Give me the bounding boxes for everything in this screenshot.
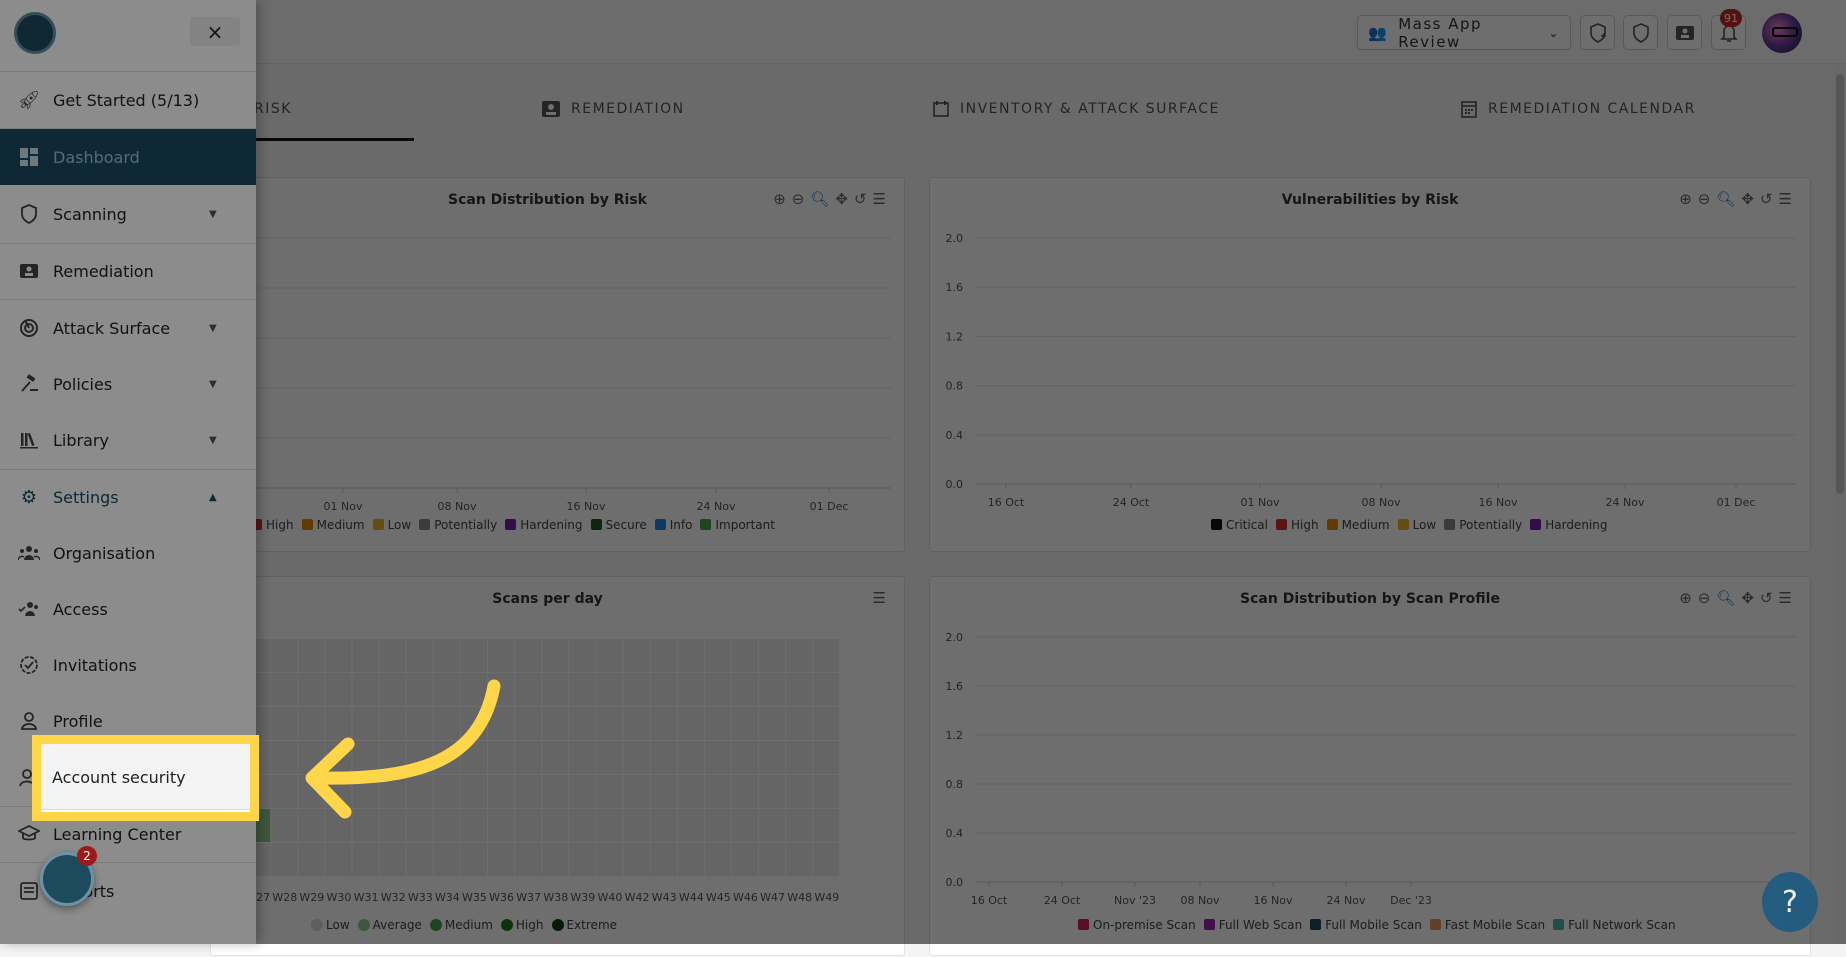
annotation-arrow (305, 679, 501, 819)
assistant-badge: 2 (77, 846, 97, 866)
